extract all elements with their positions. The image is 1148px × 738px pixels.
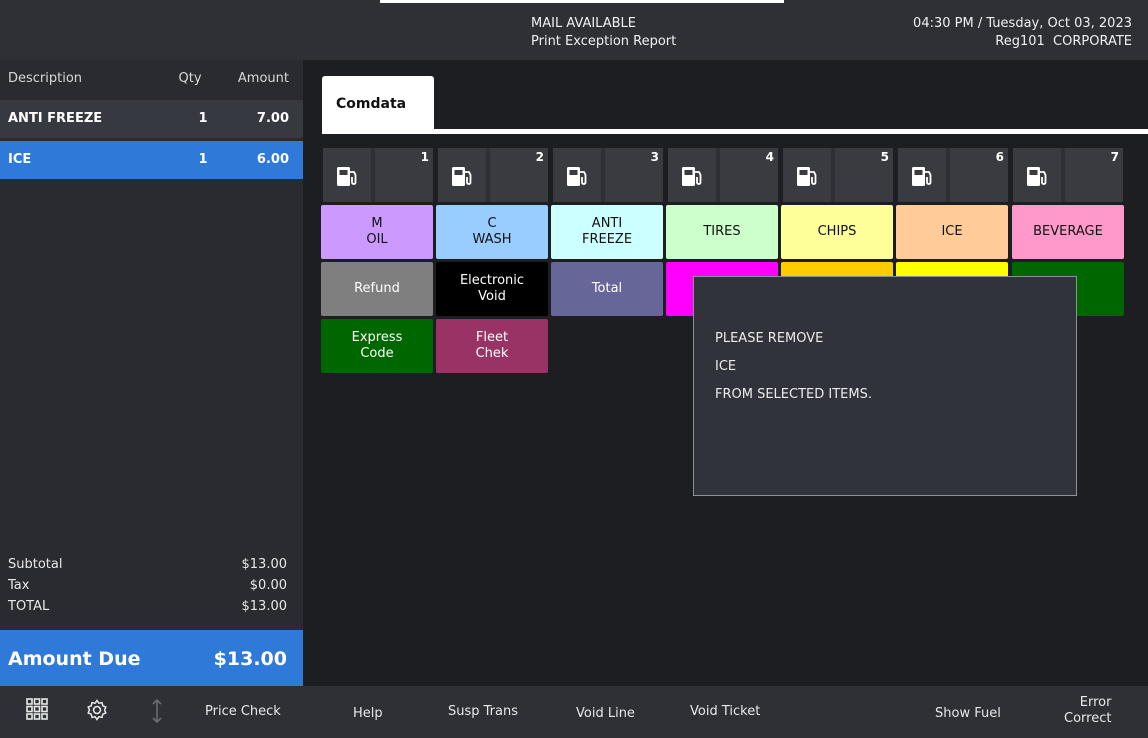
top-notch (380, 0, 784, 3)
amount-due-label: Amount Due (8, 648, 141, 670)
void-line-button[interactable]: Void Line (576, 706, 635, 721)
void-ticket-button[interactable]: Void Ticket (690, 704, 760, 719)
button-label: BEVERAGE (1033, 224, 1103, 239)
header-amount: Amount (237, 71, 289, 86)
pump-number: 6 (995, 150, 1004, 164)
header-description: Description (8, 71, 83, 86)
action-button[interactable]: Total (551, 262, 663, 316)
button-label: TIRES (703, 224, 741, 239)
item-button[interactable]: C WASH (436, 205, 548, 259)
button-label: C WASH (472, 216, 512, 247)
extra-button[interactable]: Express Code (321, 319, 433, 373)
fuel-pump-button[interactable]: 1 (322, 147, 434, 203)
button-label: CHIPS (817, 224, 857, 239)
item-button[interactable]: M OIL (321, 205, 433, 259)
total-label: TOTAL (8, 599, 50, 614)
price-check-button[interactable]: Price Check (205, 704, 281, 719)
tab-comdata[interactable]: Comdata (322, 76, 434, 130)
fuel-pump-button[interactable]: 3 (552, 147, 664, 203)
button-label: Fleet Chek (475, 330, 509, 361)
pump-number: 7 (1110, 150, 1119, 164)
action-button[interactable]: Refund (321, 262, 433, 316)
dialog-line-2: ICE (715, 359, 737, 374)
button-label: Refund (354, 281, 400, 296)
button-label: ANTI FREEZE (581, 216, 633, 247)
subtotal-value: $13.00 (241, 557, 288, 572)
topbar-messages: MAIL AVAILABLE Print Exception Report (531, 15, 676, 51)
dialog-line-1: PLEASE REMOVE (715, 331, 824, 346)
table-row[interactable]: ANTI FREEZE 1 7.00 (0, 100, 303, 138)
button-label: Express Code (351, 330, 403, 361)
fuel-pump-button[interactable]: 6 (897, 147, 1009, 203)
tab-underline (322, 129, 1148, 134)
show-fuel-button[interactable]: Show Fuel (935, 706, 1001, 721)
topbar-info: 04:30 PM / Tuesday, Oct 03, 2023 Reg101 … (913, 15, 1132, 51)
fuel-pump-icon (567, 167, 587, 186)
help-button[interactable]: Help (353, 706, 383, 721)
button-label: ICE (941, 224, 963, 239)
grid-menu-icon[interactable] (26, 698, 48, 724)
register-text: Reg101 CORPORATE (995, 34, 1132, 49)
tax-row: Tax $0.00 (0, 577, 303, 595)
fuel-pump-icon (337, 167, 357, 186)
pump-number: 2 (535, 150, 544, 164)
pump-number: 4 (765, 150, 774, 164)
susp-trans-button[interactable]: Susp Trans (448, 704, 518, 719)
tab-label: Comdata (336, 96, 407, 112)
button-label: Total (591, 281, 623, 296)
fuel-pump-button[interactable]: 7 (1012, 147, 1124, 203)
remove-item-dialog: PLEASE REMOVE ICE FROM SELECTED ITEMS. (693, 276, 1077, 496)
header-qty: Qty (178, 71, 202, 86)
total-row: TOTAL $13.00 (0, 598, 303, 616)
action-button[interactable]: Electronic Void (436, 262, 548, 316)
item-button[interactable]: BEVERAGE (1012, 205, 1124, 259)
row-qty: 1 (198, 111, 208, 126)
amount-due-value: $13.00 (213, 648, 287, 670)
fuel-pump-icon (912, 167, 932, 186)
row-qty: 1 (198, 152, 208, 167)
subtotal-row: Subtotal $13.00 (0, 556, 303, 574)
pump-number: 3 (650, 150, 659, 164)
tax-value: $0.00 (249, 578, 287, 593)
button-label: Electronic Void (459, 273, 525, 304)
row-description: ICE (8, 152, 32, 167)
fuel-pump-icon (797, 167, 817, 186)
item-button[interactable]: TIRES (666, 205, 778, 259)
tax-label: Tax (8, 578, 30, 593)
pump-number: 1 (420, 150, 429, 164)
fuel-pump-icon (1027, 167, 1047, 186)
bottom-toolbar: Price Check Help Susp Trans Void Line Vo… (0, 686, 1148, 738)
item-button[interactable]: CHIPS (781, 205, 893, 259)
items-table-header: Description Qty Amount (0, 60, 303, 98)
reorder-arrows-icon[interactable] (150, 698, 164, 728)
fuel-pump-icon (452, 167, 472, 186)
row-amount: 7.00 (256, 111, 289, 126)
print-exception-report-link[interactable]: Print Exception Report (531, 33, 676, 51)
button-label: M OIL (366, 216, 388, 247)
fuel-pump-button[interactable]: 4 (667, 147, 779, 203)
total-value: $13.00 (241, 599, 288, 614)
error-correct-button[interactable]: Error Correct (1064, 695, 1111, 727)
item-button[interactable]: ANTI FREEZE (551, 205, 663, 259)
item-button[interactable]: ICE (896, 205, 1008, 259)
mail-available-text[interactable]: MAIL AVAILABLE (531, 15, 676, 33)
amount-due-bar: Amount Due $13.00 (0, 630, 303, 686)
dialog-line-3: FROM SELECTED ITEMS. (715, 387, 872, 402)
subtotal-label: Subtotal (8, 557, 63, 572)
fuel-pump-icon (682, 167, 702, 186)
table-row-selected[interactable]: ICE 1 6.00 (0, 141, 303, 179)
datetime-text: 04:30 PM / Tuesday, Oct 03, 2023 (913, 16, 1132, 31)
row-amount: 6.00 (256, 152, 289, 167)
fuel-pump-button[interactable]: 5 (782, 147, 894, 203)
extra-button[interactable]: Fleet Chek (436, 319, 548, 373)
row-description: ANTI FREEZE (8, 111, 103, 126)
fuel-pump-button[interactable]: 2 (437, 147, 549, 203)
gear-icon[interactable] (85, 698, 109, 726)
pump-number: 5 (880, 150, 889, 164)
